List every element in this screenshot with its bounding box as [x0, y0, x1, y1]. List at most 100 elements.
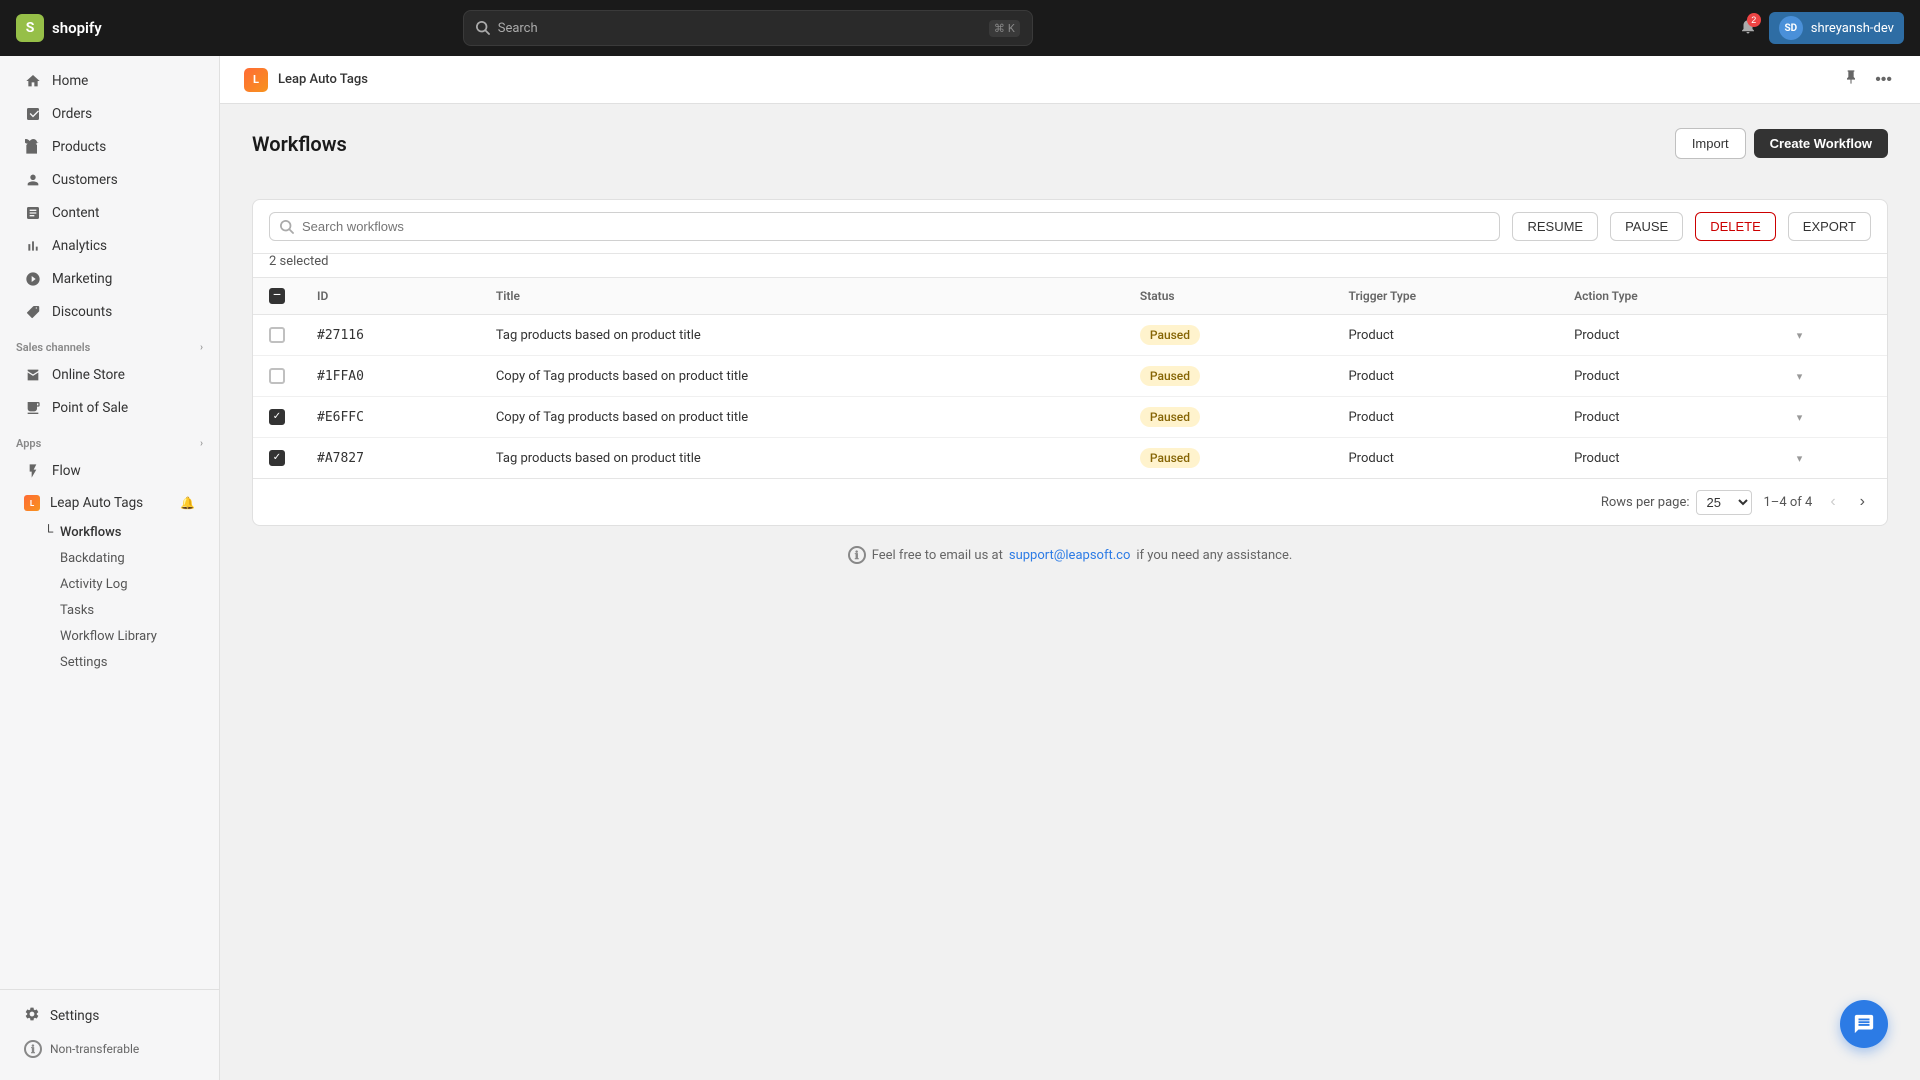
more-options-button[interactable]: ••• [1871, 67, 1896, 93]
sidebar-item-point-of-sale[interactable]: Point of Sale [8, 392, 211, 424]
content-icon [24, 204, 42, 222]
row4-id: #A7827 [301, 438, 480, 479]
header-id: ID [301, 278, 480, 315]
analytics-label: Analytics [52, 238, 107, 254]
row2-trigger: Product [1332, 356, 1558, 397]
sales-channels-section: Sales channels › [0, 329, 219, 358]
ellipsis-icon: ••• [1875, 71, 1892, 88]
footer-text-after: if you need any assistance. [1136, 548, 1292, 563]
sidebar-item-marketing[interactable]: Marketing [8, 263, 211, 295]
row1-dropdown[interactable]: ▾ [1775, 315, 1887, 356]
page-title: Workflows [252, 132, 347, 156]
sidebar-settings[interactable]: Settings [8, 999, 211, 1033]
content-area: L Leap Auto Tags ••• Workflows Import Cr… [220, 56, 1920, 1080]
global-search-box[interactable]: Search ⌘ K [463, 10, 1033, 46]
row3-checkbox-cell [253, 397, 301, 438]
create-workflow-button[interactable]: Create Workflow [1754, 129, 1888, 158]
row3-id: #E6FFC [301, 397, 480, 438]
row3-trigger: Product [1332, 397, 1558, 438]
home-label: Home [52, 73, 88, 89]
row2-checkbox[interactable] [269, 368, 285, 384]
discounts-label: Discounts [52, 304, 112, 320]
row2-id: #1FFA0 [301, 356, 480, 397]
sub-item-backdating[interactable]: Backdating [16, 546, 211, 571]
sidebar-item-home[interactable]: Home [8, 65, 211, 97]
footer-email-link[interactable]: support@leapsoft.co [1009, 548, 1131, 563]
row2-title: Copy of Tag products based on product ti… [480, 356, 1124, 397]
row1-status: Paused [1124, 315, 1333, 356]
row2-action: Product [1558, 356, 1775, 397]
non-transferable-icon: ℹ [24, 1040, 42, 1058]
pos-icon [24, 399, 42, 417]
header-checkbox-cell [253, 278, 301, 315]
row1-trigger: Product [1332, 315, 1558, 356]
sidebar-item-content[interactable]: Content [8, 197, 211, 229]
search-container: Search ⌘ K [463, 10, 1033, 46]
apps-section-label: Apps [16, 437, 41, 450]
sidebar-item-customers[interactable]: Customers [8, 164, 211, 196]
sidebar-item-products[interactable]: Products [8, 131, 211, 163]
footer-info-icon: ℹ [848, 546, 866, 564]
sales-channels-label: Sales channels [16, 341, 90, 354]
row1-action: Product [1558, 315, 1775, 356]
sub-item-workflows[interactable]: └ Workflows [16, 519, 211, 545]
search-workflows-container[interactable] [269, 212, 1500, 241]
search-workflows-icon [280, 220, 294, 234]
row2-dropdown[interactable]: ▾ [1775, 356, 1887, 397]
delete-button[interactable]: DELETE [1695, 212, 1776, 241]
search-icon [476, 21, 490, 35]
sidebar-item-leap-auto-tags[interactable]: L Leap Auto Tags 🔔 [8, 488, 211, 518]
row1-checkbox-cell [253, 315, 301, 356]
sub-item-workflow-library[interactable]: Workflow Library [16, 624, 211, 649]
row1-checkbox[interactable] [269, 327, 285, 343]
select-all-checkbox[interactable] [269, 288, 285, 304]
products-label: Products [52, 139, 106, 155]
sidebar-item-online-store[interactable]: Online Store [8, 359, 211, 391]
sub-item-tasks[interactable]: Tasks [16, 598, 211, 623]
next-page-button[interactable]: › [1854, 489, 1871, 515]
table-header-row: ID Title Status Trigger Type Action Type [253, 278, 1887, 315]
logo-text: shopify [52, 19, 102, 37]
marketing-label: Marketing [52, 271, 112, 287]
sub-item-settings[interactable]: Settings [16, 650, 211, 675]
page-content: Workflows Import Create Workflow RESUME … [220, 104, 1920, 608]
footer-info: ℹ Feel free to email us at support@leaps… [252, 526, 1888, 584]
sales-channels-chevron: › [200, 342, 203, 353]
row4-trigger: Product [1332, 438, 1558, 479]
pin-button[interactable] [1839, 65, 1863, 94]
backdating-label: Backdating [60, 551, 125, 566]
rows-per-page-label: Rows per page: [1601, 495, 1690, 510]
notification-button[interactable]: 2 [1739, 17, 1757, 40]
row3-checkbox[interactable] [269, 409, 285, 425]
resume-button[interactable]: RESUME [1512, 212, 1598, 241]
customers-icon [24, 171, 42, 189]
row3-dropdown[interactable]: ▾ [1775, 397, 1887, 438]
row3-action: Product [1558, 397, 1775, 438]
flow-label: Flow [52, 463, 81, 479]
import-button[interactable]: Import [1675, 128, 1746, 159]
sidebar-item-orders[interactable]: Orders [8, 98, 211, 130]
user-name: shreyansh-dev [1811, 21, 1894, 36]
rows-per-page-select[interactable]: 25 50 100 [1696, 490, 1752, 515]
selected-info: 2 selected [253, 254, 1887, 278]
topbar: S shopify Search ⌘ K 2 SD shreyansh-dev [0, 0, 1920, 56]
user-menu-button[interactable]: SD shreyansh-dev [1769, 12, 1904, 44]
sub-item-activity-log[interactable]: Activity Log [16, 572, 211, 597]
export-button[interactable]: EXPORT [1788, 212, 1871, 241]
row4-dropdown[interactable]: ▾ [1775, 438, 1887, 479]
rows-per-page: Rows per page: 25 50 100 [1601, 490, 1752, 515]
search-workflows-input[interactable] [302, 219, 1489, 234]
page-info: 1–4 of 4 [1764, 495, 1813, 510]
chat-button[interactable] [1840, 1000, 1888, 1048]
sidebar-item-discounts[interactable]: Discounts [8, 296, 211, 328]
prev-page-button[interactable]: ‹ [1824, 489, 1841, 515]
pause-button[interactable]: PAUSE [1610, 212, 1683, 241]
content-label: Content [52, 205, 99, 221]
settings-label: Settings [50, 1008, 99, 1024]
home-icon [24, 72, 42, 90]
sidebar-item-flow[interactable]: Flow [8, 455, 211, 487]
shopify-logo: S shopify [16, 14, 102, 42]
row4-checkbox[interactable] [269, 450, 285, 466]
sidebar-item-analytics[interactable]: Analytics [8, 230, 211, 262]
selected-count: 2 selected [269, 254, 328, 269]
